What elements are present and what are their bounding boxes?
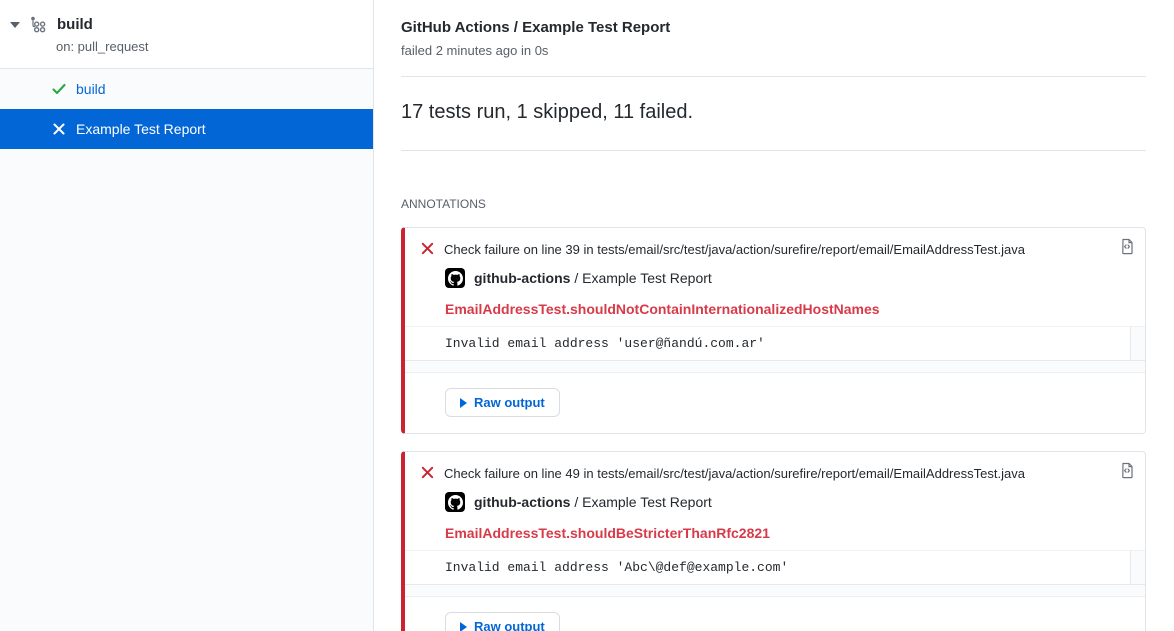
annotation-app-row[interactable]: github-actions / Example Test Report (445, 492, 1130, 512)
workflow-trigger: on: pull_request (56, 39, 357, 54)
raw-output-label: Raw output (474, 395, 545, 410)
failure-x-icon (420, 241, 435, 256)
raw-output-button[interactable]: Raw output (445, 612, 560, 631)
file-code-icon[interactable] (1119, 238, 1135, 255)
chevron-down-icon[interactable] (10, 22, 20, 28)
annotation-message: Invalid email address 'user@ñandú.com.ar… (405, 327, 1130, 360)
github-actions-avatar (445, 492, 465, 512)
failed-test-name: EmailAddressTest.shouldBeStricterThanRfc… (445, 525, 1130, 541)
workflow-name: build (57, 16, 93, 33)
annotations-heading: ANNOTATIONS (401, 197, 1146, 211)
annotation-app-row[interactable]: github-actions / Example Test Report (445, 268, 1130, 288)
app-suffix: / Example Test Report (570, 494, 711, 510)
workflow-header[interactable]: build on: pull_request (0, 0, 373, 69)
app-suffix: / Example Test Report (570, 270, 711, 286)
github-actions-avatar (445, 268, 465, 288)
annotation-card: Check failure on line 49 in tests/email/… (401, 451, 1146, 631)
check-run-header: GitHub Actions / Example Test Report fai… (401, 0, 1146, 58)
test-summary: 17 tests run, 1 skipped, 11 failed. (401, 77, 1146, 150)
annotation-title: Check failure on line 49 in tests/email/… (444, 465, 1025, 482)
job-item-example-test-report[interactable]: Example Test Report (0, 109, 373, 149)
vertical-scrollbar[interactable] (1130, 551, 1145, 584)
octocat-icon (448, 495, 463, 510)
annotation-message-block[interactable]: Invalid email address 'user@ñandú.com.ar… (405, 326, 1145, 361)
check-run-status: failed 2 minutes ago in 0s (401, 43, 1146, 58)
file-code-icon[interactable] (1119, 462, 1135, 479)
app-name[interactable]: github-actions (474, 494, 570, 510)
annotation-card: Check failure on line 39 in tests/email/… (401, 227, 1146, 434)
horizontal-scrollbar[interactable] (405, 361, 1145, 373)
workflow-sidebar: build on: pull_request build Example Tes… (0, 0, 374, 631)
check-run-panel: GitHub Actions / Example Test Report fai… (374, 0, 1174, 631)
check-icon (51, 81, 67, 97)
raw-output-button[interactable]: Raw output (445, 388, 560, 417)
annotation-message: Invalid email address 'Abc\@def@example.… (405, 551, 1130, 584)
play-icon (460, 398, 467, 408)
vertical-scrollbar[interactable] (1130, 327, 1145, 360)
job-label: Example Test Report (76, 121, 206, 137)
x-icon (51, 121, 67, 137)
annotation-message-block[interactable]: Invalid email address 'Abc\@def@example.… (405, 550, 1145, 585)
check-run-title: GitHub Actions / Example Test Report (401, 19, 1146, 36)
app-name[interactable]: github-actions (474, 270, 570, 286)
workflow-icon (30, 16, 47, 33)
job-label: build (76, 81, 106, 97)
divider (401, 150, 1146, 151)
failed-test-name: EmailAddressTest.shouldNotContainInterna… (445, 301, 1130, 317)
annotation-title: Check failure on line 39 in tests/email/… (444, 241, 1025, 258)
play-icon (460, 622, 467, 631)
octocat-icon (448, 271, 463, 286)
failure-x-icon (420, 465, 435, 480)
job-item-build[interactable]: build (0, 69, 373, 109)
horizontal-scrollbar[interactable] (405, 585, 1145, 597)
checks-page: build on: pull_request build Example Tes… (0, 0, 1174, 631)
raw-output-label: Raw output (474, 619, 545, 631)
job-list: build Example Test Report (0, 69, 373, 149)
